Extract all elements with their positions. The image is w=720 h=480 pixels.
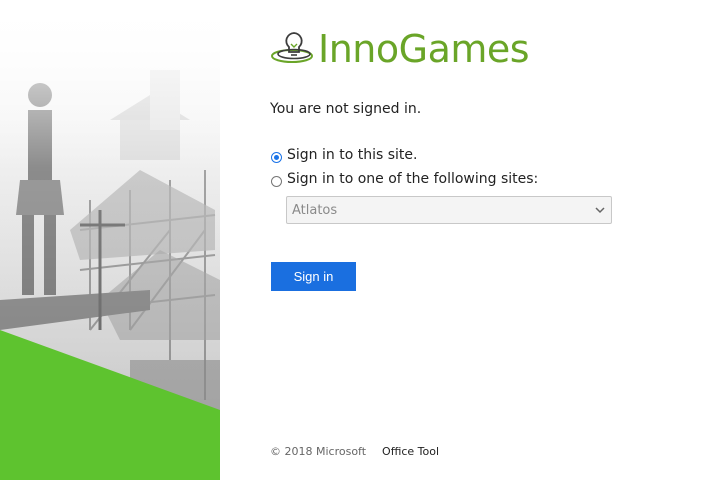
option-this-site[interactable]: Sign in to this site. — [270, 147, 417, 163]
option-other-sites-label: Sign in to one of the following sites: — [287, 171, 539, 187]
sign-in-page: InnoGames You are not signed in. Sign in… — [0, 0, 720, 480]
signed-out-message: You are not signed in. — [270, 101, 422, 117]
option-other-sites[interactable]: Sign in to one of the following sites: — [270, 171, 538, 187]
background-illustration — [0, 0, 220, 480]
site-select-value: Atlatos — [292, 202, 338, 218]
sign-in-panel: InnoGames You are not signed in. Sign in… — [270, 0, 700, 480]
footer: © 2018 Microsoft Office Tool — [270, 445, 439, 458]
lightbulb-icon — [271, 32, 313, 63]
radio-other-sites[interactable] — [271, 175, 282, 187]
sign-in-button[interactable]: Sign in — [271, 262, 356, 291]
logo-text: InnoGames — [318, 27, 530, 71]
innogames-logo: InnoGames — [270, 28, 550, 68]
chevron-down-icon — [595, 207, 605, 214]
option-this-site-label: Sign in to this site. — [287, 147, 418, 163]
site-select[interactable]: Atlatos — [286, 196, 612, 224]
radio-this-site[interactable] — [271, 151, 282, 163]
copyright-text: © 2018 Microsoft — [270, 445, 367, 458]
office-tool-link[interactable]: Office Tool — [382, 445, 439, 458]
